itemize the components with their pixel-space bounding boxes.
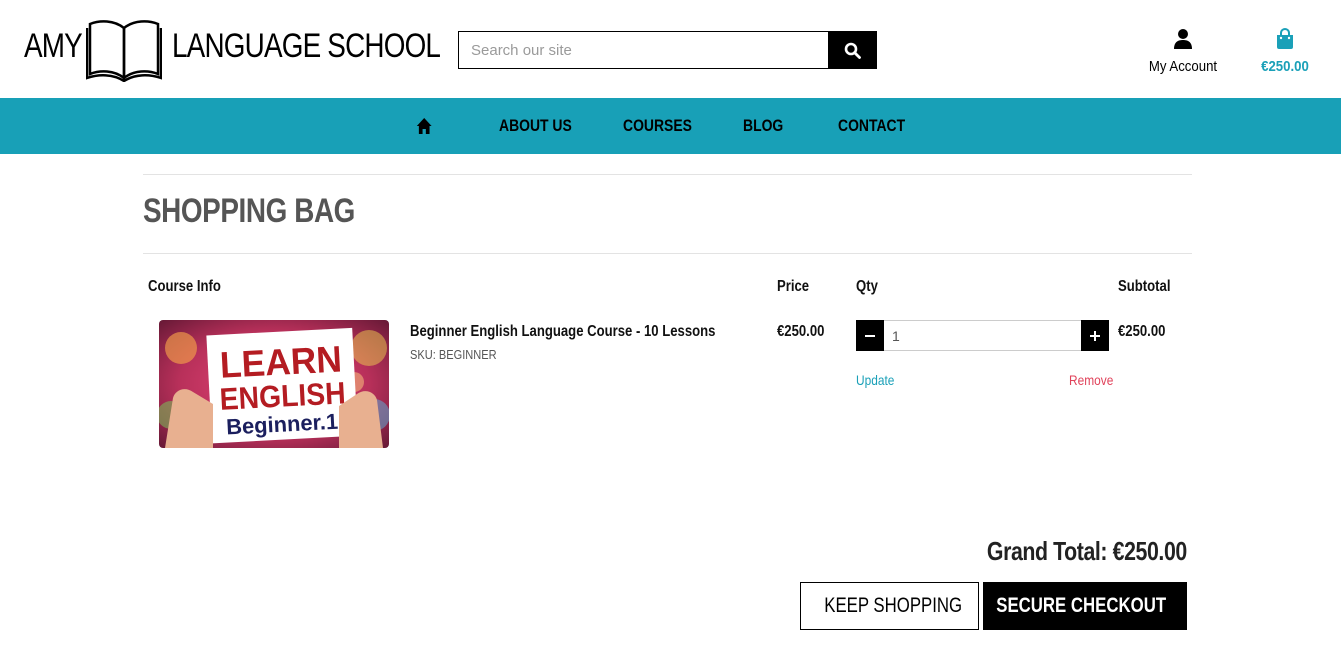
nav-home[interactable] <box>416 98 432 154</box>
nav-courses[interactable]: COURSES <box>623 98 692 154</box>
item-name: Beginner English Language Course - 10 Le… <box>410 323 716 340</box>
header-price: Price <box>777 278 810 295</box>
grand-total: Grand Total: €250.00 <box>987 536 1187 566</box>
shopping-bag-icon <box>1277 27 1293 49</box>
quantity-stepper <box>856 320 1109 351</box>
home-icon <box>416 118 432 134</box>
minus-icon <box>865 334 875 337</box>
keep-shopping-label: KEEP SHOPPING <box>824 594 963 617</box>
my-account-label: My Account <box>1148 58 1218 75</box>
nav-about-us[interactable]: ABOUT US <box>499 98 572 154</box>
search-button[interactable] <box>828 31 877 69</box>
divider-title <box>143 253 1192 254</box>
item-sku: SKU: BEGINNER <box>410 347 497 362</box>
increment-button[interactable] <box>1081 320 1109 351</box>
logo-text-right: LANGUAGE SCHOOL <box>172 27 441 65</box>
nav-contact[interactable]: CONTACT <box>838 98 905 154</box>
site-header: AMY LANGUAGE SCHOOL My Account <box>0 0 1341 98</box>
keep-shopping-button[interactable]: KEEP SHOPPING <box>800 582 979 630</box>
search-bar <box>458 31 877 69</box>
secure-checkout-button[interactable]: SECURE CHECKOUT <box>983 582 1187 630</box>
secure-checkout-label: SECURE CHECKOUT <box>996 594 1166 617</box>
page-title: SHOPPING BAG <box>143 192 355 230</box>
header-subtotal: Subtotal <box>1118 278 1171 295</box>
nav-blog[interactable]: BLOG <box>743 98 783 154</box>
quantity-input[interactable] <box>884 320 1081 351</box>
search-input[interactable] <box>458 31 828 69</box>
header-course-info: Course Info <box>148 278 221 295</box>
decrement-button[interactable] <box>856 320 884 351</box>
remove-link[interactable]: Remove <box>1069 372 1113 388</box>
bag-total: €250.00 <box>1261 58 1309 75</box>
book-icon <box>86 20 162 82</box>
user-icon <box>1174 29 1192 49</box>
shopping-bag-link[interactable]: €250.00 <box>1250 27 1320 75</box>
search-icon <box>844 42 861 59</box>
my-account-link[interactable]: My Account <box>1140 28 1226 75</box>
logo-text-left: AMY <box>24 27 83 65</box>
course-image: LEARN ENGLISH Beginner.1 <box>159 320 389 448</box>
main-nav: ABOUT US COURSES BLOG CONTACT <box>0 98 1341 154</box>
divider-top <box>143 174 1192 175</box>
item-subtotal: €250.00 <box>1118 323 1166 340</box>
header-qty: Qty <box>856 278 878 295</box>
plus-icon <box>1090 330 1100 341</box>
item-price: €250.00 <box>777 323 825 340</box>
update-link[interactable]: Update <box>856 372 894 388</box>
